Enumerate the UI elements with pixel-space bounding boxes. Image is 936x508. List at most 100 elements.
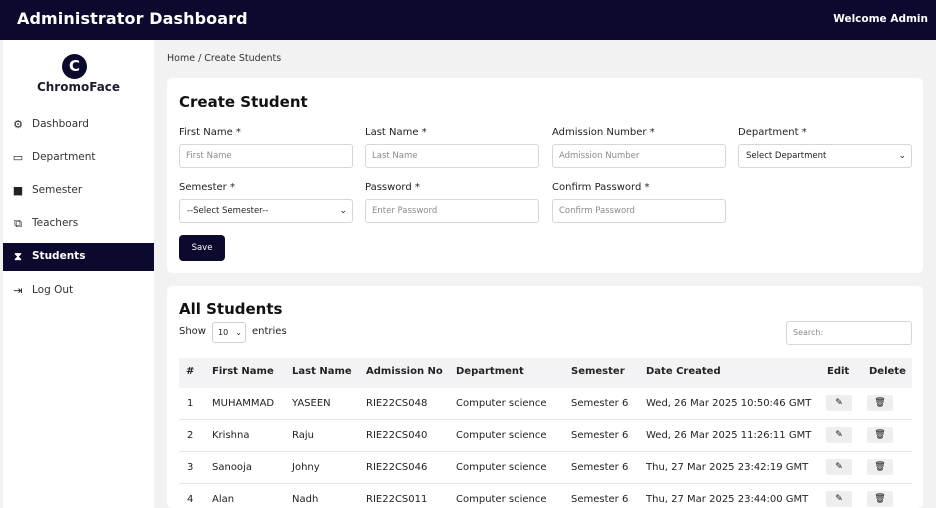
column-header: Delete (869, 366, 906, 377)
sidebar-item-semester[interactable]: ■ Semester (3, 177, 154, 205)
table-row: 2 Krishna Raju RIE22CS040 Computer scien… (179, 420, 912, 452)
row-number: 2 (187, 430, 194, 441)
breadcrumb: Home / Create Students (167, 53, 282, 64)
date-cell: Wed, 26 Mar 2025 11:26:11 GMT (646, 430, 812, 441)
sidebar-item-label: Department (32, 151, 96, 163)
form-title: Create Student (179, 93, 308, 111)
department-cell: Computer science (456, 430, 547, 441)
first-name-cell: Sanooja (212, 462, 252, 473)
monitor-icon: ▭ (12, 151, 24, 164)
create-student-card: Create Student First Name * First Name L… (167, 78, 923, 273)
confirm-password-input[interactable]: Confirm Password (552, 199, 726, 223)
semester-cell: Semester 6 (571, 462, 629, 473)
column-header: Date Created (646, 366, 721, 377)
sidebar-item-department[interactable]: ▭ Department (3, 144, 154, 172)
last-name-cell: Johny (292, 462, 320, 473)
trash-icon[interactable]: 🗑 (867, 395, 893, 411)
entries-label: entries (252, 326, 287, 337)
sidebar-item-label: Log Out (32, 284, 74, 296)
confirm-password-label: Confirm Password * (552, 182, 650, 193)
password-label: Password * (365, 182, 420, 193)
sidebar-item-label: Teachers (32, 217, 79, 229)
list-title: All Students (179, 300, 283, 318)
date-cell: Thu, 27 Mar 2025 23:42:19 GMT (646, 462, 809, 473)
semester-select[interactable]: --Select Semester-- ⌄ (179, 199, 353, 223)
all-students-card: All Students Show 10 ⌄ entries Search: #… (167, 286, 923, 508)
table-row: 4 Alan Nadh RIE22CS011 Computer science … (179, 484, 912, 508)
sidebar-item-dashboard[interactable]: ⚙ Dashboard (3, 111, 154, 139)
welcome-text: Welcome Admin (833, 13, 928, 25)
admission-cell: RIE22CS011 (366, 494, 428, 505)
sidebar-item-label: Students (32, 250, 86, 262)
date-cell: Thu, 27 Mar 2025 23:44:00 GMT (646, 494, 809, 505)
sidebar-item-label: Dashboard (32, 118, 89, 130)
last-name-input[interactable]: Last Name (365, 144, 539, 168)
semester-cell: Semester 6 (571, 430, 629, 441)
chalkboard-teacher-icon: ⧉ (14, 217, 22, 230)
entries-select-value: 10 (218, 328, 229, 337)
trash-icon[interactable]: 🗑 (867, 459, 893, 475)
entries-select[interactable]: 10 ⌄ (212, 322, 246, 343)
row-number: 4 (187, 494, 194, 505)
trash-icon[interactable]: 🗑 (867, 491, 893, 507)
sidebar-item-label: Semester (32, 184, 83, 196)
chevron-down-icon: ⌄ (235, 328, 242, 337)
first-name-cell: MUHAMMAD (212, 398, 275, 409)
first-name-label: First Name * (179, 127, 241, 138)
department-select[interactable]: Select Department ⌄ (738, 144, 912, 168)
column-header: Semester (571, 366, 625, 377)
admission-cell: RIE22CS046 (366, 462, 428, 473)
department-cell: Computer science (456, 494, 547, 505)
semester-cell: Semester 6 (571, 494, 629, 505)
semester-select-value: --Select Semester-- (187, 206, 269, 216)
semester-label: Semester * (179, 182, 235, 193)
brand-name: ChromoFace (36, 80, 121, 94)
table-row: 3 Sanooja Johny RIE22CS046 Computer scie… (179, 452, 912, 484)
show-label: Show (179, 326, 206, 337)
department-select-value: Select Department (746, 151, 827, 161)
admission-cell: RIE22CS048 (366, 398, 428, 409)
book-icon: ■ (12, 184, 24, 197)
row-number: 3 (187, 462, 194, 473)
table-header: # First Name Last Name Admission No Depa… (179, 358, 912, 388)
column-header: Department (456, 366, 524, 377)
edit-icon[interactable]: ✎ (826, 491, 852, 507)
column-header: # (186, 366, 195, 377)
sidebar: C ChromoFace ⚙ Dashboard ▭ Department ■ … (3, 40, 154, 508)
first-name-cell: Krishna (212, 430, 250, 441)
search-input[interactable]: Search: (786, 321, 912, 345)
top-header: Administrator Dashboard Welcome Admin (0, 0, 936, 40)
last-name-cell: Raju (292, 430, 314, 441)
edit-icon[interactable]: ✎ (826, 427, 852, 443)
department-cell: Computer science (456, 462, 547, 473)
admission-cell: RIE22CS040 (366, 430, 428, 441)
column-header: Admission No (366, 366, 443, 377)
row-number: 1 (187, 398, 194, 409)
trash-icon[interactable]: 🗑 (867, 427, 893, 443)
logo-icon: C (62, 54, 87, 79)
last-name-cell: Nadh (292, 494, 319, 505)
student-icon: ⧗ (14, 250, 22, 263)
table-row: 1 MUHAMMAD YASEEN RIE22CS048 Computer sc… (179, 388, 912, 420)
semester-cell: Semester 6 (571, 398, 629, 409)
last-name-label: Last Name * (365, 127, 427, 138)
edit-icon[interactable]: ✎ (826, 395, 852, 411)
password-input[interactable]: Enter Password (365, 199, 539, 223)
admission-number-input[interactable]: Admission Number (552, 144, 726, 168)
chevron-down-icon: ⌄ (339, 206, 347, 216)
sidebar-item-logout[interactable]: ⇥ Log Out (3, 277, 154, 305)
dashboard-icon: ⚙ (13, 118, 23, 131)
department-label: Department * (738, 127, 807, 138)
sidebar-item-students[interactable]: ⧗ Students (3, 243, 154, 271)
department-cell: Computer science (456, 398, 547, 409)
first-name-cell: Alan (212, 494, 235, 505)
sidebar-item-teachers[interactable]: ⧉ Teachers (3, 210, 154, 238)
first-name-input[interactable]: First Name (179, 144, 353, 168)
edit-icon[interactable]: ✎ (826, 459, 852, 475)
column-header: First Name (212, 366, 274, 377)
admission-number-label: Admission Number * (552, 127, 655, 138)
chevron-down-icon: ⌄ (898, 151, 906, 161)
date-cell: Wed, 26 Mar 2025 10:50:46 GMT (646, 398, 812, 409)
save-button[interactable]: Save (179, 235, 225, 261)
column-header: Last Name (292, 366, 352, 377)
